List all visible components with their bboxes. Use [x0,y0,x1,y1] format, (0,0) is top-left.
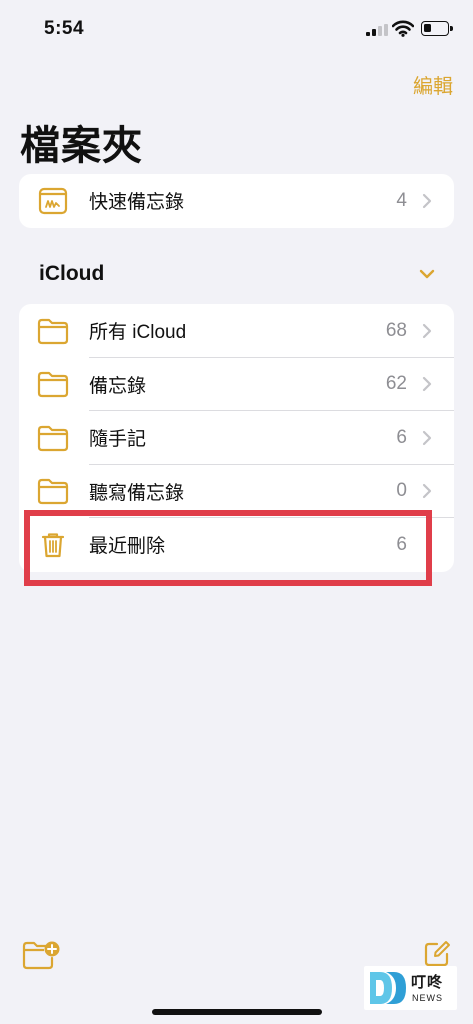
folder-count: 62 [385,373,407,395]
chevron-right-icon [422,323,432,338]
icloud-section-header: iCloud [39,262,105,285]
folder-label: 所有 iCloud [89,322,187,344]
folder-label: 備忘錄 [89,375,147,397]
quick-notes-card: 快速備忘錄 4 [19,174,454,228]
battery-icon [421,21,453,36]
folder-row-recently-deleted[interactable]: 最近刪除 6 [19,518,454,572]
chevron-right-icon [422,430,432,445]
status-time: 5:54 [44,18,85,39]
trash-icon [41,533,65,557]
watermark-sub: NEWS [412,993,443,1003]
folder-count: 0 [396,480,407,502]
quick-note-icon [38,187,68,214]
chevron-right-icon [422,484,432,499]
chevron-right-icon [422,377,432,392]
chevron-down-icon[interactable] [419,268,435,280]
folder-icon [37,479,69,505]
folder-row-quick-notes[interactable]: 快速備忘錄 4 [19,174,454,228]
folder-icon [37,425,69,451]
folder-icon [37,372,69,398]
wifi-icon [392,20,414,37]
folder-count: 6 [396,426,407,448]
notes-folders-screen: 5:54 編輯 檔案夾 快速備忘錄 4 iCloud 所有 iCloud 68 … [0,0,473,1024]
folder-count: 4 [396,189,407,211]
folder-row-dictation-notes[interactable]: 聽寫備忘錄 0 [19,465,454,518]
chevron-right-icon [422,193,432,208]
folder-count: 68 [385,319,407,341]
folder-count: 6 [396,533,407,555]
folder-label: 聽寫備忘錄 [89,482,185,504]
folder-label: 隨手記 [89,429,147,451]
home-indicator [152,1009,322,1015]
folder-row-all-icloud[interactable]: 所有 iCloud 68 [19,304,454,358]
edit-button[interactable]: 編輯 [413,70,453,99]
folder-label: 快速備忘錄 [89,192,185,214]
watermark-name: 叮咚 [411,974,444,991]
watermark: 叮咚 NEWS [364,966,457,1010]
folder-label: 最近刪除 [89,536,166,558]
page-title: 檔案夾 [20,124,143,168]
new-folder-button[interactable] [22,940,60,970]
icloud-folders-card: 所有 iCloud 68 備忘錄 62 隨手記 6 聽寫備忘錄 0 最近刪除 6 [19,304,454,572]
compose-icon[interactable] [423,940,451,968]
folder-icon [37,318,69,344]
dingdong-logo-icon [370,972,406,1004]
folder-row-jottings[interactable]: 隨手記 6 [19,411,454,465]
cellular-signal-icon [366,24,388,36]
folder-row-notes[interactable]: 備忘錄 62 [19,358,454,411]
status-bar: 5:54 [0,0,473,60]
